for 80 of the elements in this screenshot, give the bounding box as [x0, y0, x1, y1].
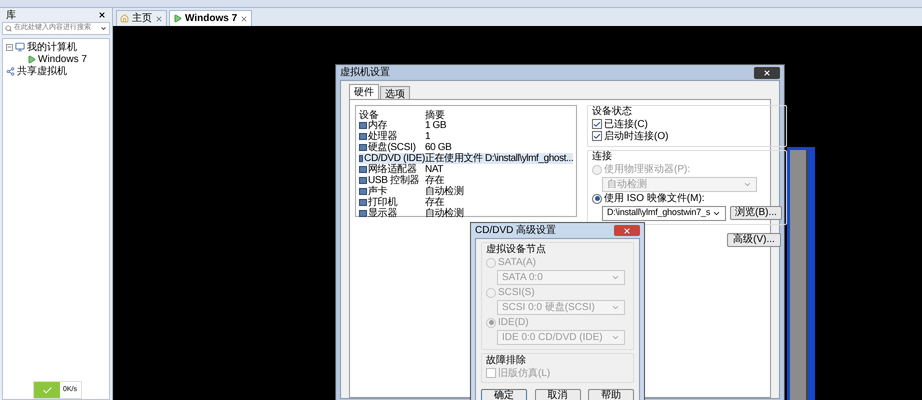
checkbox[interactable]	[486, 368, 496, 378]
close-icon	[623, 226, 631, 234]
device-row[interactable]: 硬盘(SCSI) 60 GB	[359, 142, 573, 153]
home-icon	[120, 14, 129, 23]
advanced-button[interactable]: 高级(V)...	[727, 233, 781, 247]
collapse-icon[interactable]	[6, 44, 13, 50]
device-row[interactable]: CD/DVD (IDE)正在使用文件 D:\install\ylmf_ghost...	[359, 153, 574, 164]
device-summary: 自动检测	[425, 184, 464, 197]
tab[interactable]: Windows 7	[169, 10, 252, 26]
checkbox[interactable]	[592, 131, 602, 141]
device-name: 显示器	[368, 207, 398, 221]
tree-item[interactable]: Windows 7	[38, 52, 87, 66]
radio-button[interactable]	[592, 194, 602, 204]
device-name: CD/DVD (IDE)	[364, 152, 425, 164]
device-row[interactable]: 打印机 存在	[359, 197, 573, 208]
device-summary: NAT	[425, 164, 444, 175]
radio-label: SATA(A)	[498, 256, 536, 270]
device-summary: 自动检测	[425, 206, 464, 221]
radio-label: 使用物理驱动器(P):	[604, 163, 690, 177]
dialog-title: CD/DVD 高级设置	[475, 224, 556, 238]
device-row[interactable]: 处理器 1	[359, 131, 573, 142]
device-row[interactable]: 内存 1 GB	[359, 120, 573, 131]
device-row[interactable]: 显示器 自动检测	[359, 208, 573, 219]
caret-icon	[611, 333, 620, 342]
device-name: 打印机	[368, 196, 398, 208]
device-name: 硬盘(SCSI)	[368, 141, 416, 154]
tree-item[interactable]: 共享虚拟机	[17, 64, 67, 78]
column-header: 设备	[359, 109, 379, 120]
radio-button[interactable]	[486, 258, 496, 268]
device-summary: 正在使用文件 D:\install\ylmf_ghost...	[425, 152, 574, 165]
radio-button[interactable]	[486, 288, 496, 298]
checkbox-label: 已连接(C)	[604, 118, 648, 130]
device-row[interactable]: 网络适配器 NAT	[359, 164, 573, 175]
checkbox-label: 旧版仿真(L)	[498, 366, 550, 380]
radio-label: 使用 ISO 映像文件(M):	[604, 192, 705, 206]
close-icon	[763, 68, 771, 76]
device-name: USB 控制器	[368, 174, 420, 186]
tab[interactable]: 主页	[116, 10, 167, 26]
checkbox[interactable]	[592, 119, 602, 129]
dropdown[interactable]: D:\install\ylmf_ghostwin7_s	[602, 206, 726, 220]
play-icon	[27, 54, 36, 64]
group-title: 设备状态	[592, 106, 633, 118]
share-icon	[6, 66, 15, 76]
dialog-title: 虚拟机设置	[340, 66, 390, 80]
device-summary: 60 GB	[425, 141, 452, 153]
play-icon	[173, 14, 182, 23]
tab[interactable]: 选项	[380, 86, 410, 99]
browse-button[interactable]: 浏览(B)...	[730, 206, 782, 220]
device-row[interactable]: USB 控制器 存在	[359, 175, 573, 186]
dialog-button[interactable]: 帮助	[588, 389, 634, 400]
search-icon	[5, 25, 12, 32]
device-summary: 存在	[425, 196, 444, 208]
panel-title: 库	[6, 8, 16, 22]
group-title: 故障排除	[486, 354, 527, 367]
caret-icon	[100, 25, 107, 32]
device-name: 网络适配器	[368, 164, 417, 175]
close-button[interactable]	[754, 66, 780, 78]
computer-icon	[15, 42, 25, 52]
device-name: 处理器	[368, 130, 398, 142]
close-button[interactable]	[614, 225, 640, 236]
column-header: 摘要	[425, 108, 445, 120]
group-title: 连接	[592, 151, 613, 163]
caret-icon	[611, 273, 620, 282]
device-name: 内存	[368, 120, 388, 131]
device-name: 声卡	[368, 184, 388, 197]
group-title: 虚拟设备节点	[486, 243, 547, 256]
device-summary: 1 GB	[425, 120, 446, 132]
radio-button[interactable]	[486, 318, 496, 328]
device-summary: 1	[425, 130, 430, 143]
device-row[interactable]: 声卡 自动检测	[359, 186, 573, 197]
dialog-button[interactable]: 确定	[481, 389, 527, 400]
tree-item[interactable]: 我的计算机	[27, 40, 77, 54]
radio-label: IDE(D)	[498, 316, 529, 330]
dialog-button[interactable]: 取消	[534, 389, 580, 400]
tab[interactable]: 硬件	[349, 84, 379, 99]
close-icon[interactable]	[98, 11, 106, 19]
checkbox-label: 启动时连接(O)	[604, 129, 668, 144]
device-summary: 存在	[425, 174, 444, 186]
radio-label: SCSI(S)	[498, 286, 535, 300]
caret-icon	[611, 303, 620, 312]
